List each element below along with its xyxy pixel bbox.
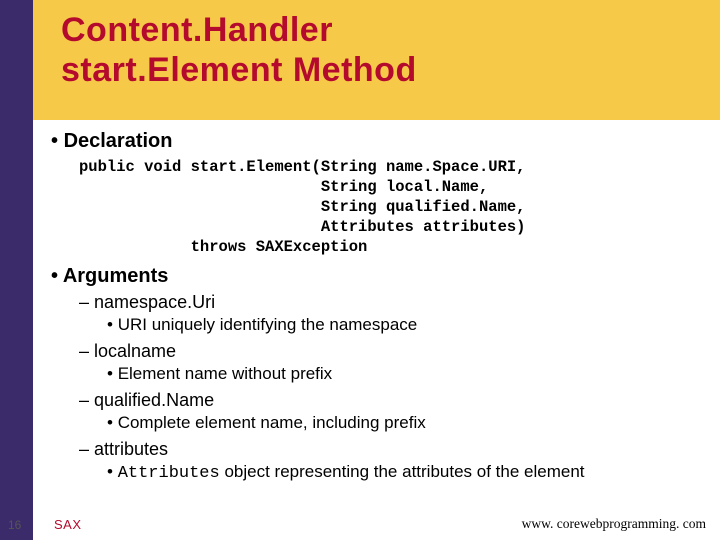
- content-area: Declaration public void start.Element(St…: [33, 124, 712, 489]
- footer-left-label: SAX: [54, 517, 82, 532]
- footer: 16 SAX www. corewebprogramming. com: [0, 510, 720, 532]
- section-heading-arguments: Arguments: [51, 265, 702, 288]
- arg-desc-attributes-rest: object representing the attributes of th…: [220, 462, 585, 481]
- arg-desc-attributes: Attributes object representing the attri…: [107, 462, 702, 483]
- arg-name-namespaceuri: namespace.Uri: [79, 292, 702, 313]
- left-rail: [0, 0, 33, 540]
- slide-title: Content.Handler start.Element Method: [61, 10, 700, 90]
- arg-desc-qualifiedname: Complete element name, including prefix: [107, 413, 702, 433]
- arg-name-qualifiedname: qualified.Name: [79, 390, 702, 411]
- section-heading-declaration: Declaration: [51, 130, 702, 153]
- slide: Content.Handler start.Element Method Dec…: [0, 0, 720, 540]
- page-number: 16: [8, 518, 21, 532]
- declaration-code: public void start.Element(String name.Sp…: [79, 157, 702, 257]
- arg-desc-attributes-mono: Attributes: [118, 464, 220, 483]
- header-band: Content.Handler start.Element Method: [33, 0, 720, 120]
- arg-name-attributes: attributes: [79, 439, 702, 460]
- footer-url: www. corewebprogramming. com: [522, 516, 706, 532]
- arg-desc-namespaceuri: URI uniquely identifying the namespace: [107, 315, 702, 335]
- title-line-1: Content.Handler: [61, 11, 333, 49]
- title-line-2: start.Element Method: [61, 51, 417, 89]
- arg-desc-localname: Element name without prefix: [107, 364, 702, 384]
- arg-name-localname: localname: [79, 341, 702, 362]
